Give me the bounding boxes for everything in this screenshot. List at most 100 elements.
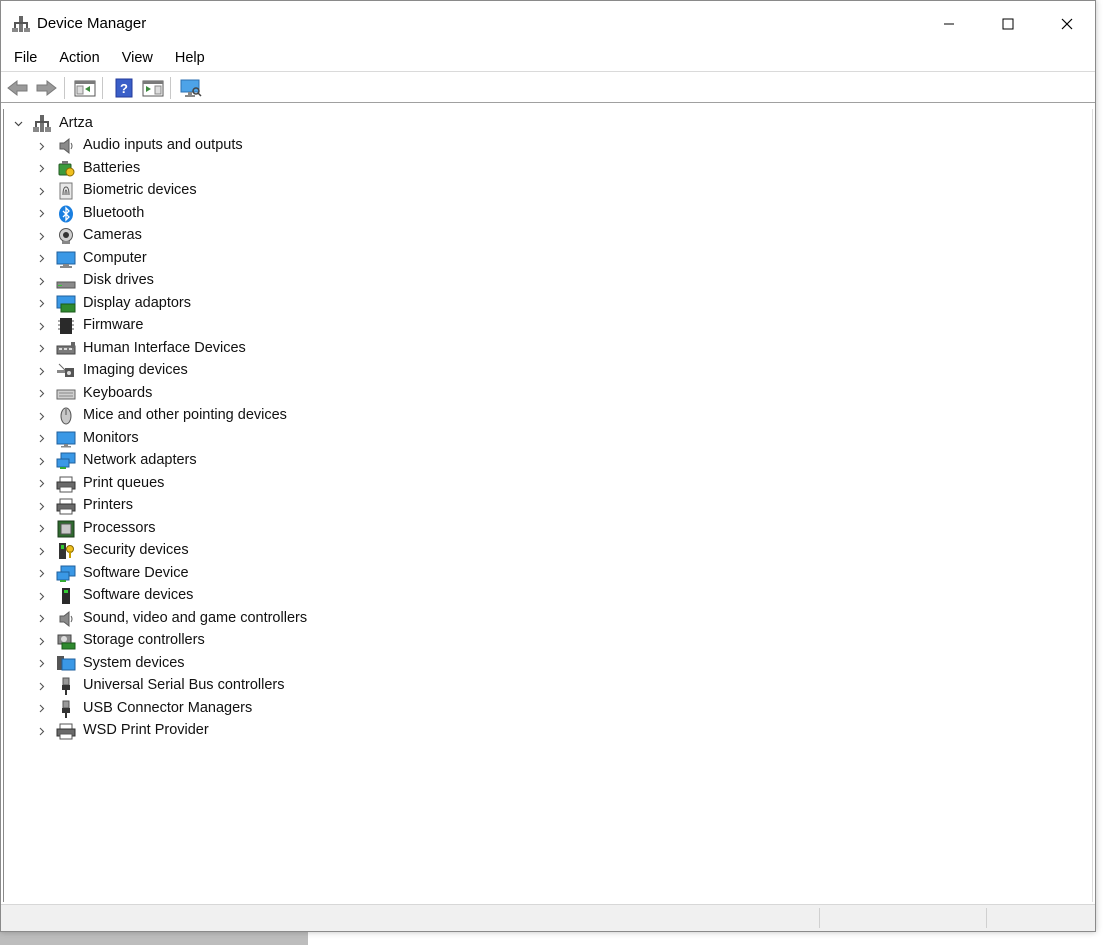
tree-category-node[interactable]: Human Interface Devices — [4, 338, 1092, 360]
tree-category-node[interactable]: Processors — [4, 518, 1092, 540]
display-adapter-icon — [56, 295, 76, 313]
tree-category-label: System devices — [83, 654, 185, 671]
expand-caret[interactable] — [36, 585, 48, 607]
menu-view[interactable]: View — [109, 47, 162, 71]
tree-category-node[interactable]: Mice and other pointing devices — [4, 405, 1092, 427]
expand-caret[interactable] — [36, 518, 48, 540]
properties-icon — [74, 80, 96, 97]
expand-caret[interactable] — [36, 315, 48, 337]
tree-category-node[interactable]: Firmware — [4, 315, 1092, 337]
forward-arrow-icon — [36, 79, 57, 97]
expand-caret[interactable] — [36, 225, 48, 247]
expand-caret[interactable] — [36, 720, 48, 742]
expand-caret[interactable] — [36, 158, 48, 180]
chevron-right-icon — [39, 367, 45, 375]
tree-category-node[interactable]: Storage controllers — [4, 630, 1092, 652]
tree-category-node[interactable]: Bluetooth — [4, 203, 1092, 225]
tree-category-node[interactable]: Cameras — [4, 225, 1092, 247]
tree-category-node[interactable]: Software Device — [4, 563, 1092, 585]
background-window-strip — [1096, 0, 1103, 945]
tree-category-node[interactable]: Universal Serial Bus controllers — [4, 675, 1092, 697]
forward-button[interactable] — [34, 77, 58, 99]
minimize-button[interactable] — [920, 1, 978, 47]
expand-caret[interactable] — [36, 248, 48, 270]
security-icon — [56, 542, 76, 560]
tree-category-node[interactable]: Display adaptors — [4, 293, 1092, 315]
properties-button[interactable] — [73, 77, 97, 99]
collapse-caret[interactable] — [12, 113, 24, 135]
scan-hardware-icon — [180, 79, 202, 97]
bluetooth-icon — [56, 205, 76, 223]
tree-category-node[interactable]: Audio inputs and outputs — [4, 135, 1092, 157]
tree-category-node[interactable]: System devices — [4, 653, 1092, 675]
tree-category-node[interactable]: Disk drives — [4, 270, 1092, 292]
expand-caret[interactable] — [36, 338, 48, 360]
tree-category-node[interactable]: Monitors — [4, 428, 1092, 450]
expand-caret[interactable] — [36, 608, 48, 630]
expand-caret[interactable] — [36, 270, 48, 292]
device-tree: Artza Audio inputs and outputs Batteries B… — [3, 109, 1093, 902]
expand-caret[interactable] — [36, 360, 48, 382]
scan-hardware-button[interactable] — [179, 77, 203, 99]
menu-action[interactable]: Action — [46, 47, 108, 71]
back-button[interactable] — [6, 77, 30, 99]
tree-category-node[interactable]: WSD Print Provider — [4, 720, 1092, 742]
update-driver-button[interactable] — [141, 77, 165, 99]
tree-category-label: Storage controllers — [83, 632, 205, 648]
expand-caret[interactable] — [36, 203, 48, 225]
chevron-right-icon — [39, 254, 45, 263]
tree-category-node[interactable]: Imaging devices — [4, 360, 1092, 382]
menu-help[interactable]: Help — [162, 47, 214, 71]
chevron-right-icon — [39, 164, 45, 173]
tree-category-node[interactable]: USB Connector Managers — [4, 698, 1092, 720]
tree-category-node[interactable]: Network adapters — [4, 450, 1092, 472]
help-button[interactable]: ? — [112, 77, 136, 99]
expand-caret[interactable] — [36, 473, 48, 495]
expand-caret[interactable] — [36, 383, 48, 405]
maximize-button[interactable] — [979, 1, 1037, 47]
tree-category-label: Bluetooth — [83, 204, 145, 221]
chevron-right-icon — [39, 502, 45, 510]
network-icon — [56, 565, 76, 583]
expand-caret[interactable] — [36, 450, 48, 472]
firmware-icon — [56, 317, 76, 335]
tree-category-label: Security devices — [83, 542, 189, 558]
expand-caret[interactable] — [36, 405, 48, 427]
tree-category-node[interactable]: Print queues — [4, 473, 1092, 495]
tree-category-label: Software Device — [83, 564, 189, 581]
network-icon — [56, 452, 76, 470]
device-manager-window: Device Manager File Action View Help ? A… — [0, 0, 1096, 932]
expand-caret[interactable] — [36, 698, 48, 720]
expand-caret[interactable] — [36, 135, 48, 157]
window-title: Device Manager — [37, 15, 147, 32]
expand-caret[interactable] — [36, 653, 48, 675]
tree-category-label: Processors — [83, 519, 156, 536]
chevron-right-icon — [39, 547, 45, 555]
title-bar[interactable]: Device Manager — [1, 1, 1095, 47]
expand-caret[interactable] — [36, 428, 48, 450]
expand-caret[interactable] — [36, 563, 48, 585]
expand-caret[interactable] — [36, 540, 48, 562]
chevron-right-icon — [39, 682, 45, 690]
tree-category-node[interactable]: Batteries — [4, 158, 1092, 180]
tree-root-node[interactable]: Artza — [4, 113, 1092, 135]
hid-icon — [56, 340, 76, 358]
expand-caret[interactable] — [36, 293, 48, 315]
close-button[interactable] — [1038, 1, 1096, 47]
printer-icon — [56, 475, 76, 493]
tree-category-label: Mice and other pointing devices — [83, 407, 287, 423]
tree-category-node[interactable]: Security devices — [4, 540, 1092, 562]
expand-caret[interactable] — [36, 630, 48, 652]
expand-caret[interactable] — [36, 675, 48, 697]
tree-category-node[interactable]: Biometric devices — [4, 180, 1092, 202]
tree-category-node[interactable]: Computer — [4, 248, 1092, 270]
expand-caret[interactable] — [36, 495, 48, 517]
tree-category-node[interactable]: Sound, video and game controllers — [4, 608, 1092, 630]
help-icon: ? — [115, 78, 133, 98]
tree-category-node[interactable]: Software devices — [4, 585, 1092, 607]
menu-file[interactable]: File — [1, 47, 46, 71]
tree-category-node[interactable]: Keyboards — [4, 383, 1092, 405]
tree-category-label: Cameras — [83, 227, 142, 243]
expand-caret[interactable] — [36, 180, 48, 202]
tree-category-node[interactable]: Printers — [4, 495, 1092, 517]
